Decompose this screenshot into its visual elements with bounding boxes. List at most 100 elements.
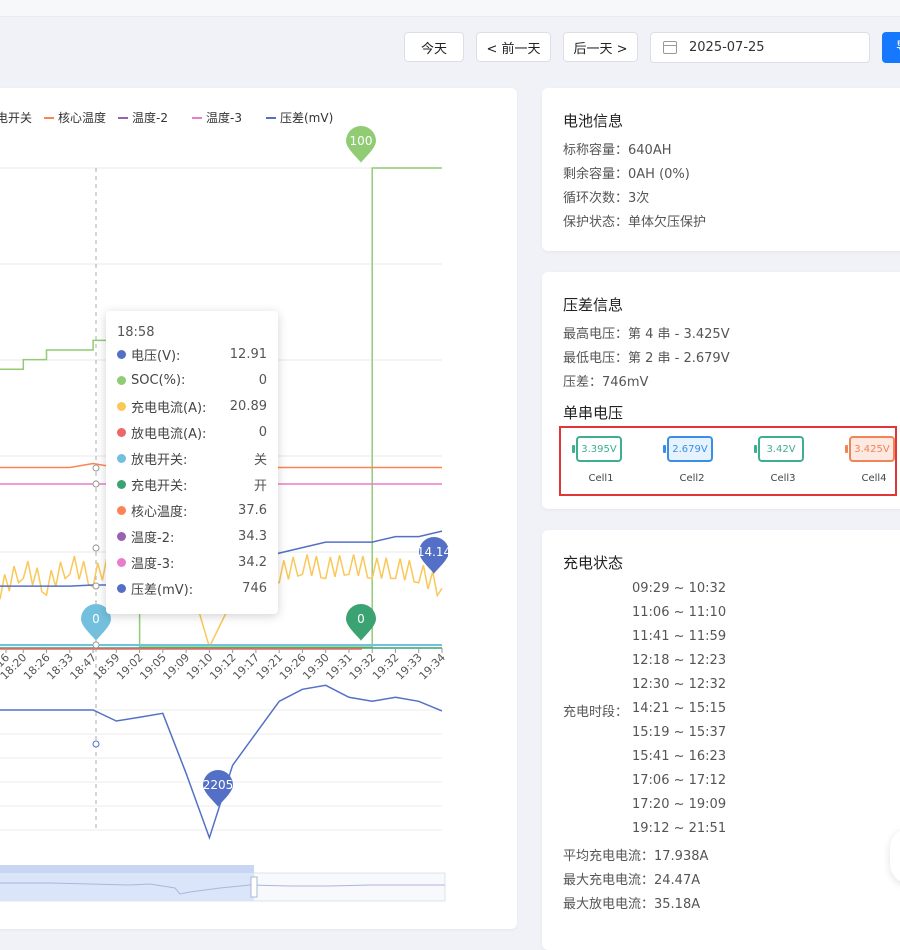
tooltip-dot-icon bbox=[117, 375, 126, 385]
battery-terminal-icon bbox=[845, 445, 848, 453]
marker-value: 100 bbox=[350, 134, 373, 148]
charge-period: 11:41 ~ 11:59 bbox=[632, 629, 727, 644]
legend-item[interactable]: 温度-2 bbox=[132, 110, 168, 125]
charge-status-card: 充电状态 充电时段： 09:29 ~ 10:32 11:06 ~ 11:10 1… bbox=[542, 530, 900, 950]
charge-period: 15:19 ~ 15:37 bbox=[632, 725, 727, 740]
min-voltage: 最低电压：第 2 串 - 2.679V bbox=[563, 351, 730, 366]
tooltip-row: 核心温度: 37.6 bbox=[117, 500, 267, 520]
battery-terminal-icon bbox=[572, 445, 575, 453]
cell-name: Cell3 bbox=[770, 473, 796, 484]
zoom-slider-handle[interactable] bbox=[250, 876, 258, 898]
charge-period: 14:21 ~ 15:15 bbox=[632, 701, 727, 716]
cell-name: Cell4 bbox=[861, 473, 887, 484]
tooltip-label: 电压(V): bbox=[131, 348, 181, 364]
cell-item: 2.679V Cell2 bbox=[652, 428, 732, 498]
export-button[interactable]: 导 bbox=[882, 32, 900, 63]
marker-value: 0 bbox=[357, 612, 365, 626]
max-discharge-current: 最大放电电流：35.18A bbox=[563, 897, 701, 912]
battery-icon: 3.42V bbox=[754, 436, 804, 462]
tooltip-row: 温度-2: 34.3 bbox=[117, 526, 267, 546]
cell-name: Cell2 bbox=[679, 473, 705, 484]
diff-info-title: 压差信息 bbox=[563, 296, 624, 314]
date-input[interactable] bbox=[687, 39, 841, 56]
avg-charge-current: 平均充电电流：17.938A bbox=[563, 849, 709, 864]
tooltip-time: 18:58 bbox=[117, 325, 155, 340]
tooltip-row: 充电电流(A): 20.89 bbox=[117, 396, 267, 416]
battery-info-card: 电池信息 标称容量：640AH 剩余容量：0AH (0%) 循环次数：3次 保护… bbox=[542, 88, 900, 251]
legend-item[interactable]: 压差(mV) bbox=[280, 111, 333, 125]
chart-tooltip: 18:58 电压(V): 12.91 SOC(%): 0 充电电流(A): 20.89 放电… bbox=[106, 311, 278, 614]
tooltip-label: 压差(mV): bbox=[131, 582, 194, 598]
tooltip-row: 电压(V): 12.91 bbox=[117, 344, 267, 364]
tooltip-value: 0 bbox=[258, 372, 267, 388]
series-diff-line bbox=[0, 684, 443, 841]
voltage-diff: 压差：746mV bbox=[563, 375, 649, 390]
max-charge-current: 最大充电电流：24.47A bbox=[563, 873, 701, 888]
cell-item: 3.395V Cell1 bbox=[561, 428, 641, 498]
tooltip-row: 放电开关: 关 bbox=[117, 448, 267, 468]
cycle-count: 循环次数：3次 bbox=[563, 191, 650, 206]
tooltip-value: 37.6 bbox=[238, 502, 267, 518]
charge-period: 19:12 ~ 21:51 bbox=[632, 821, 727, 836]
cell-voltage: 3.42V bbox=[766, 443, 796, 455]
tooltip-row: SOC(%): 0 bbox=[117, 370, 267, 390]
tooltip-dot-icon bbox=[117, 479, 126, 489]
today-button[interactable]: 今天 bbox=[404, 32, 464, 62]
tooltip-row: 放电电流(A): 0 bbox=[117, 422, 267, 442]
charge-period: 11:06 ~ 11:10 bbox=[632, 605, 727, 620]
marker-pin: 2205 bbox=[203, 770, 234, 807]
battery-icon: 3.425V bbox=[845, 436, 895, 462]
tooltip-dot-icon bbox=[117, 427, 126, 437]
diff-info-card: 压差信息 最高电压：第 4 串 - 3.425V 最低电压：第 2 串 - 2.… bbox=[542, 272, 900, 509]
crosshair-point bbox=[92, 641, 100, 649]
charge-period: 12:18 ~ 12:23 bbox=[632, 653, 727, 668]
cell-voltage-box: 3.395V Cell1 2.679V Cell2 3.42V Cell3 3.… bbox=[559, 426, 897, 496]
marker-value: 14.14 bbox=[417, 545, 451, 559]
legend-item[interactable]: 核心温度 bbox=[58, 110, 106, 125]
legend-item[interactable]: 电开关 bbox=[0, 111, 32, 125]
battery-info-title: 电池信息 bbox=[563, 112, 624, 130]
tooltip-value: 34.3 bbox=[238, 528, 267, 544]
top-strip bbox=[0, 0, 900, 17]
crosshair-point bbox=[92, 480, 100, 488]
tooltip-label: 核心温度: bbox=[131, 504, 188, 520]
tooltip-label: 放电开关: bbox=[131, 452, 188, 468]
battery-icon: 3.395V bbox=[572, 436, 622, 462]
zoom-slider-bar[interactable] bbox=[0, 865, 254, 873]
next-day-button[interactable]: 后一天 > bbox=[563, 32, 638, 62]
tooltip-dot-icon bbox=[117, 401, 126, 411]
marker-value: 0 bbox=[92, 612, 100, 626]
tooltip-row: 温度-3: 34.2 bbox=[117, 552, 267, 572]
battery-icon: 2.679V bbox=[663, 436, 713, 462]
chart-panel: 电开关 核心温度 温度-2 温度-3 压差(mV) 18:16 18:20 18:26 18:… bbox=[0, 88, 517, 929]
legend-item[interactable]: 温度-3 bbox=[206, 110, 242, 125]
tooltip-label: 充电电流(A): bbox=[131, 400, 207, 416]
x-tick-label: 19:34 bbox=[417, 651, 449, 683]
cell-voltage: 3.395V bbox=[581, 443, 617, 455]
tooltip-label: 温度-3: bbox=[131, 556, 175, 572]
tooltip-dot-icon bbox=[117, 557, 126, 567]
tooltip-row: 充电开关: 开 bbox=[117, 474, 267, 494]
date-picker[interactable] bbox=[650, 32, 870, 63]
date-toolbar: 今天 < 前一天 后一天 > 导 bbox=[0, 32, 900, 64]
charge-status-title: 充电状态 bbox=[563, 554, 624, 572]
crosshair-point bbox=[92, 740, 100, 748]
charge-period: 15:41 ~ 16:23 bbox=[632, 749, 727, 764]
cell-name: Cell1 bbox=[588, 473, 614, 484]
crosshair-point bbox=[92, 464, 100, 472]
zoom-slider-window[interactable] bbox=[0, 873, 254, 901]
charge-period: 17:20 ~ 19:09 bbox=[632, 797, 727, 812]
cell-item: 3.425V Cell4 bbox=[834, 428, 900, 498]
tooltip-label: 温度-2: bbox=[131, 530, 175, 546]
prev-day-button[interactable]: < 前一天 bbox=[476, 32, 551, 62]
cell-voltage: 3.425V bbox=[854, 443, 890, 455]
cell-voltage: 2.679V bbox=[672, 443, 708, 455]
tooltip-value: 34.2 bbox=[238, 554, 267, 570]
marker-value: 2205 bbox=[203, 778, 234, 792]
tooltip-dot-icon bbox=[117, 349, 126, 359]
tooltip-value: 0 bbox=[258, 424, 267, 440]
tooltip-dot-icon bbox=[117, 505, 126, 515]
tooltip-value: 开 bbox=[253, 478, 267, 494]
tooltip-row: 压差(mV): 746 bbox=[117, 578, 267, 598]
tooltip-value: 12.91 bbox=[229, 346, 267, 362]
